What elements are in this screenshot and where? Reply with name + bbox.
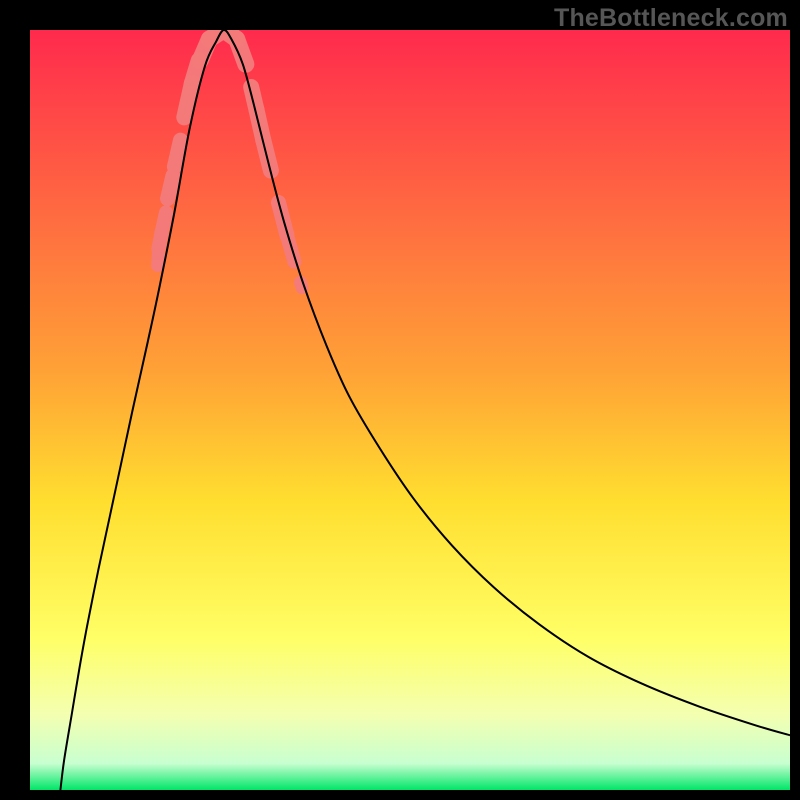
gradient-background [30, 30, 790, 790]
plot-area [30, 30, 790, 790]
chart-svg [30, 30, 790, 790]
watermark-text: TheBottleneck.com [554, 4, 788, 33]
chart-frame: TheBottleneck.com [0, 0, 800, 800]
